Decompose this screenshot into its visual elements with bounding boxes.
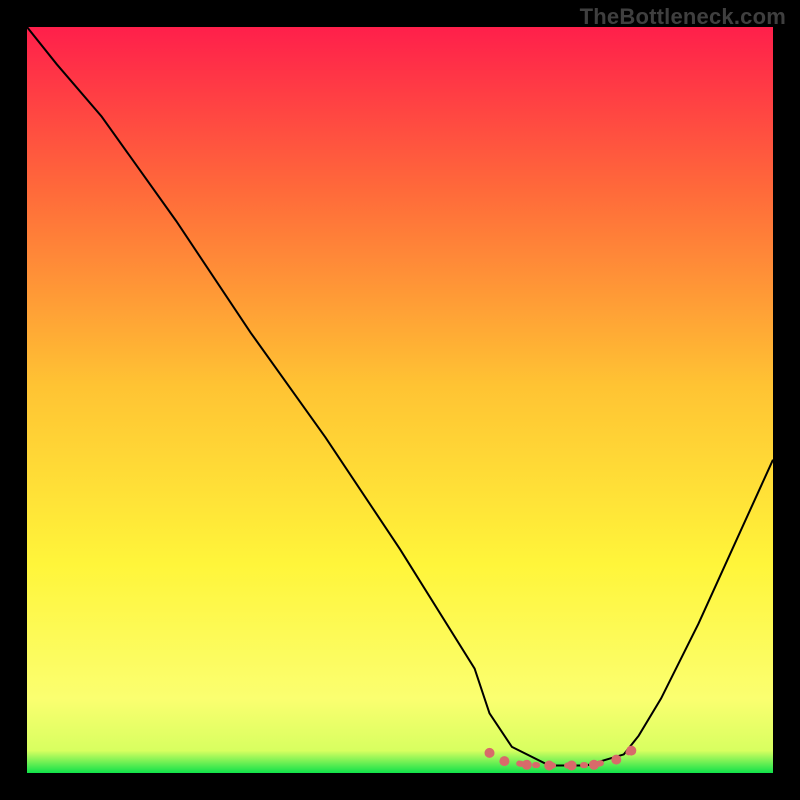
marker-dot: [626, 746, 636, 756]
marker-dot: [611, 755, 621, 765]
marker-dot: [499, 756, 509, 766]
chart-frame: TheBottleneck.com: [0, 0, 800, 800]
marker-dot: [485, 748, 495, 758]
marker-dot: [544, 761, 554, 771]
marker-dot: [589, 760, 599, 770]
marker-dot: [567, 761, 577, 771]
plot-area: [27, 27, 773, 773]
chart-svg: [27, 27, 773, 773]
watermark-text: TheBottleneck.com: [580, 4, 786, 30]
marker-dot: [522, 760, 532, 770]
gradient-background: [27, 27, 773, 773]
